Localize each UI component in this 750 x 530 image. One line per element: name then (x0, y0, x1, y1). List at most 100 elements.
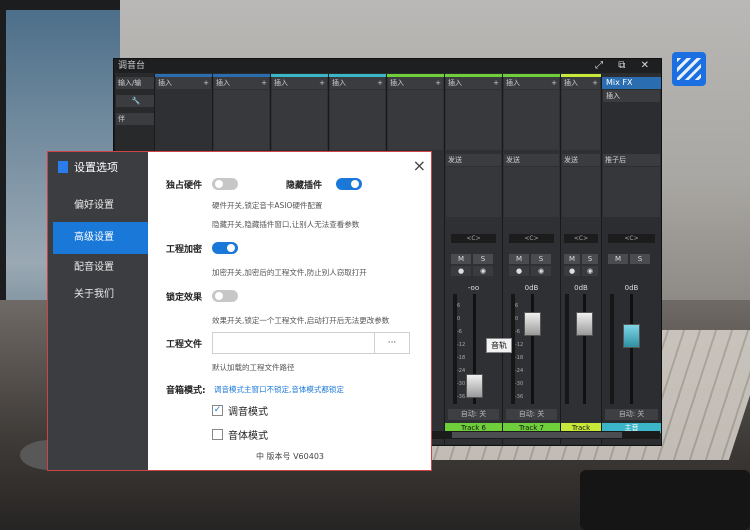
record-button[interactable]: ● (564, 266, 580, 276)
mode-label: 音箱模式: (166, 386, 206, 396)
pan-knob[interactable]: <C> (564, 234, 598, 243)
mix-fx-header[interactable]: Mix FX (602, 77, 661, 89)
volume-fader[interactable] (576, 312, 593, 336)
pan-knob[interactable]: <C> (509, 234, 554, 243)
lock-hint: 效果开关,锁定一个工程文件,启动打开后无法更改参数 (212, 316, 390, 325)
insert-area (330, 90, 385, 150)
wrench-icon[interactable]: 🔧 (116, 95, 154, 107)
master-fader[interactable] (623, 324, 640, 348)
record-button[interactable]: ● (509, 266, 529, 276)
nav-preferences[interactable]: 偏好设置 (53, 190, 148, 222)
monitor-button[interactable]: ◉ (582, 266, 598, 276)
scroll-thumb[interactable] (452, 432, 622, 438)
monitor-toggle[interactable] (212, 178, 238, 190)
settings-dialog: 设置选项 偏好设置 高级设置 配音设置 关于我们 × 独占硬件 隐藏插件 硬件开… (47, 151, 432, 471)
send-label: 发送 (564, 156, 578, 164)
send-area (603, 167, 660, 217)
encrypt-toggle[interactable] (212, 242, 238, 254)
insert-slot[interactable]: 插入 + (504, 77, 559, 89)
insert-label: 插入 (606, 92, 620, 100)
send-slot[interactable]: 发送 (562, 154, 600, 166)
input-selector[interactable]: 输入/输 (116, 77, 154, 89)
send-label: 发送 (448, 156, 462, 164)
insert-slot[interactable]: 插入 + (330, 77, 385, 89)
solo-button[interactable]: S (630, 254, 650, 264)
close-icon[interactable]: × (413, 156, 426, 175)
mixer-title: 调音台 (118, 61, 146, 71)
channel-strip-track6: 插入 + 发送 <C> MS ● ◉ -oo 6 0 -6 -12 -18 -24 -30 -36… (444, 74, 502, 444)
body-mode-checkbox[interactable] (212, 429, 223, 440)
insert-area (272, 90, 327, 150)
mute-button[interactable]: M (608, 254, 628, 264)
insert-slot[interactable]: 插入 + (562, 77, 600, 89)
automation-select[interactable]: 自动: 关 (506, 409, 557, 420)
volume-fader[interactable] (466, 374, 483, 398)
insert-slot[interactable]: 插入 + (272, 77, 327, 89)
body-mode-label[interactable]: 音体模式 (228, 427, 268, 442)
fader-track (531, 294, 534, 404)
window-controls[interactable]: ⤢ ⧉ ✕ (595, 59, 655, 73)
input-label: 输入/输 (118, 79, 142, 87)
monitor-button[interactable]: ◉ (531, 266, 551, 276)
nav-label: 关于我们 (74, 289, 114, 300)
insert-area (504, 90, 559, 150)
record-monitor: ● ◉ (509, 258, 553, 276)
monitor-button[interactable]: ◉ (473, 266, 493, 276)
dialog-brand: 设置选项 (58, 160, 118, 176)
nav-label: 高级设置 (74, 232, 114, 243)
nav-label: 偏好设置 (74, 200, 114, 211)
lock-label: 锁定效果 (166, 293, 203, 303)
monitor-label: 独占硬件 (166, 181, 203, 191)
db-readout: 0dB (524, 284, 539, 292)
db-readout: 0dB (574, 284, 588, 292)
send-area (562, 167, 600, 217)
insert-slot[interactable]: 插入 + (446, 77, 501, 89)
app-logo-icon (672, 52, 706, 86)
lock-toggle[interactable] (212, 290, 238, 302)
toggle-knob (215, 180, 223, 188)
browse-button[interactable]: ··· (374, 333, 409, 353)
insert-area (388, 90, 443, 150)
automation-select[interactable]: 自动: 关 (605, 409, 658, 420)
project-path-input[interactable]: ··· (212, 332, 410, 354)
tuning-mode-label[interactable]: 调音模式 (228, 403, 268, 418)
insert-slot[interactable]: 插入 + (156, 77, 211, 89)
insert-label: 插入 (390, 79, 404, 87)
pan-knob[interactable]: <C> (608, 234, 655, 243)
channel-strip-track7: 插入 + 发送 <C> MS ● ◉ 0dB 6 0 -6 -12 -18 -24 -30 -36… (502, 74, 560, 444)
pan-knob[interactable]: <C> (451, 234, 496, 243)
brand-logo-icon (58, 161, 68, 173)
insert-label: 插入 (216, 79, 230, 87)
mute-solo: MS (608, 246, 652, 264)
nav-about[interactable]: 关于我们 (53, 279, 148, 311)
encrypt-label: 工程加密 (166, 245, 203, 255)
insert-area (214, 90, 269, 150)
post-fader-slot[interactable]: 推子后 (603, 154, 660, 166)
send-slot[interactable]: 发送 (504, 154, 559, 166)
automation-select[interactable]: 自动: 关 (448, 409, 499, 420)
record-button[interactable]: ● (451, 266, 471, 276)
send-slot[interactable]: 发送 (446, 154, 501, 166)
hide-hint: 隐藏开关,隐藏插件窗口,让别人无法查看参数 (212, 220, 360, 229)
encrypt-hint: 加密开关,加密后的工程文件,防止别人窃取打开 (212, 268, 367, 277)
tuning-mode-checkbox[interactable]: ✓ (212, 405, 223, 416)
insert-slot[interactable]: 插入 (603, 90, 660, 102)
tooltip: 音轨 (486, 338, 512, 353)
channel-selector[interactable]: 伴 (116, 113, 154, 125)
insert-label: 插入 (274, 79, 288, 87)
dialog-title: 设置选项 (74, 161, 118, 174)
nav-advanced[interactable]: 高级设置 (53, 222, 148, 254)
insert-label: 插入 (506, 79, 520, 87)
volume-fader[interactable] (524, 312, 541, 336)
insert-label: 插入 (448, 79, 462, 87)
hide-toggle[interactable] (336, 178, 362, 190)
version-text: 中 版本号 V60403 (256, 452, 325, 461)
insert-label: 插入 (158, 79, 172, 87)
insert-label: 插入 (564, 79, 578, 87)
toggle-knob (351, 180, 359, 188)
insert-slot[interactable]: 插入 + (214, 77, 269, 89)
horizontal-scrollbar[interactable] (432, 431, 660, 439)
insert-label: 插入 (332, 79, 346, 87)
fader-track (583, 294, 586, 404)
insert-slot[interactable]: 插入 + (388, 77, 443, 89)
